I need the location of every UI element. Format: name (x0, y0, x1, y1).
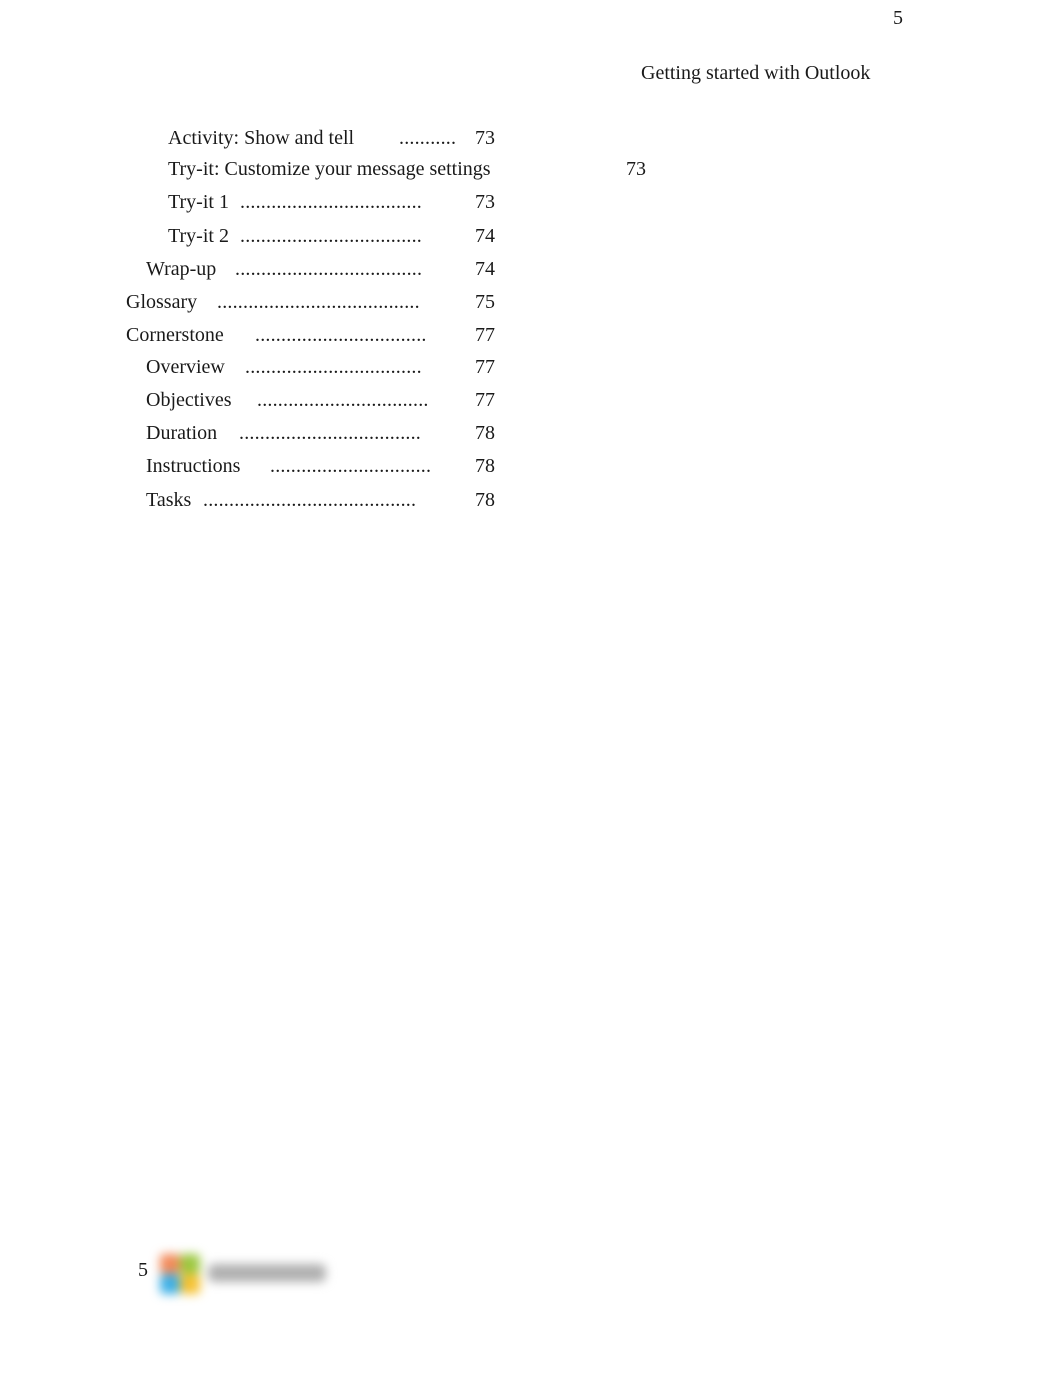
logo-square-blue (160, 1274, 180, 1294)
header-page-number: 5 (893, 7, 903, 29)
logo-square-red (160, 1254, 180, 1274)
running-title: Getting started with Outlook (641, 62, 871, 84)
toc-entry-page: 77 (475, 356, 495, 378)
toc-entry-page: 73 (626, 158, 646, 180)
toc-entry-title: Tasks (146, 489, 192, 511)
toc-leader-dots: ........... (399, 127, 457, 149)
toc-entry-title: Cornerstone (126, 324, 224, 346)
toc-entry-title: Overview (146, 356, 225, 378)
toc-entry-title: Instructions (146, 455, 241, 477)
toc-leader-dots: ............................... (270, 455, 432, 477)
toc-entry-page: 73 (475, 191, 495, 213)
footer-page-number: 5 (138, 1259, 148, 1281)
toc-entry-page: 73 (475, 127, 495, 149)
toc-leader-dots: ................................... (239, 422, 421, 444)
logo-wordmark (208, 1264, 326, 1282)
toc-leader-dots: ................................... (240, 225, 422, 247)
logo-square-yellow (180, 1274, 200, 1294)
toc-leader-dots: ................................. (257, 389, 429, 411)
toc-entry-title: Try-it: Customize your message settings (168, 158, 491, 180)
toc-entry-page: 77 (475, 324, 495, 346)
toc-leader-dots: ................................... (240, 191, 422, 213)
toc-leader-dots: ....................................... (217, 291, 420, 313)
toc-entry-page: 74 (475, 225, 495, 247)
toc-entry-page: 78 (475, 455, 495, 477)
toc-leader-dots: ........................................… (203, 489, 417, 511)
toc-entry-page: 78 (475, 489, 495, 511)
toc-leader-dots: .................................... (235, 258, 423, 280)
toc-entry-title: Wrap-up (146, 258, 217, 280)
toc-entry-page: 77 (475, 389, 495, 411)
logo-square-green (180, 1254, 200, 1274)
toc-entry-title: Activity: Show and tell (168, 127, 355, 149)
microsoft-logo (152, 1250, 332, 1300)
toc-entry-page: 75 (475, 291, 495, 313)
toc-entry-title: Duration (146, 422, 218, 444)
toc-leader-dots: ................................. (255, 324, 427, 346)
toc-entry-title: Try-it 1 (168, 191, 229, 213)
toc-entry-page: 74 (475, 258, 495, 280)
toc-entry-page: 78 (475, 422, 495, 444)
toc-entry-title: Glossary (126, 291, 198, 313)
toc-leader-dots: .................................. (245, 356, 422, 378)
toc-entry-title: Objectives (146, 389, 232, 411)
toc-entry-title: Try-it 2 (168, 225, 229, 247)
